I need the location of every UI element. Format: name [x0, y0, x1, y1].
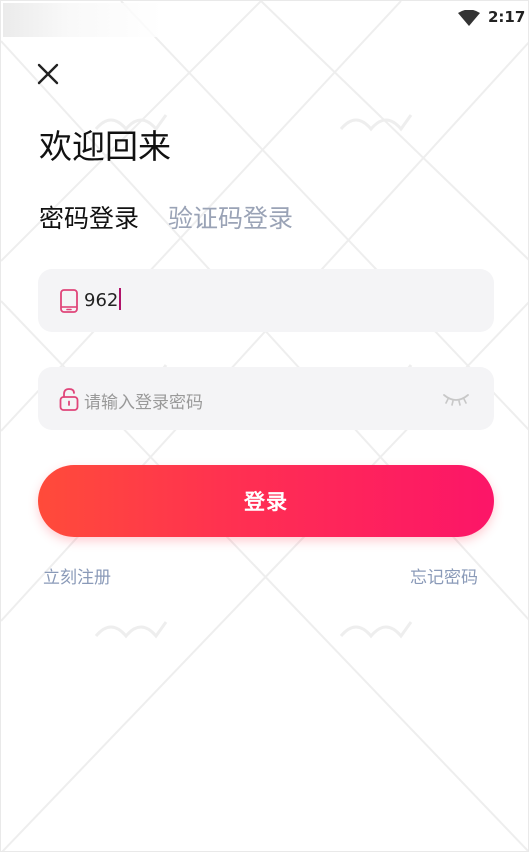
app-screen: 2:17 欢迎回来 密码登录 验证码登录 962 请输入登录密码 登录 立刻注册… [0, 0, 529, 852]
wifi-icon [458, 10, 480, 26]
phone-input-value: 962 [84, 290, 119, 311]
status-time: 2:17 [488, 8, 526, 26]
eye-closed-icon[interactable] [442, 391, 470, 407]
register-link[interactable]: 立刻注册 [43, 563, 111, 588]
login-button-label: 登录 [244, 490, 288, 514]
tab-code-login[interactable]: 验证码登录 [168, 199, 293, 235]
close-icon[interactable] [35, 61, 61, 87]
text-caret [119, 288, 122, 310]
status-bar-blur [3, 3, 163, 37]
password-field[interactable]: 请输入登录密码 [38, 367, 494, 430]
phone-field[interactable]: 962 [38, 269, 494, 332]
lock-icon [59, 388, 79, 411]
phone-icon [60, 289, 78, 313]
phone-input[interactable]: 962 [84, 288, 122, 311]
login-button[interactable]: 登录 [38, 465, 494, 537]
forgot-password-link[interactable]: 忘记密码 [410, 563, 478, 588]
page-title: 欢迎回来 [39, 127, 171, 166]
password-input[interactable]: 请输入登录密码 [84, 388, 203, 413]
tab-password-login[interactable]: 密码登录 [39, 199, 139, 235]
status-bar: 2:17 [1, 1, 528, 37]
